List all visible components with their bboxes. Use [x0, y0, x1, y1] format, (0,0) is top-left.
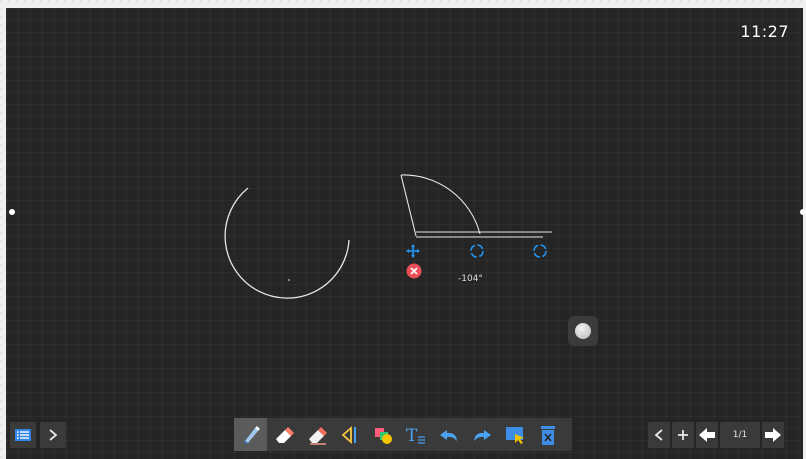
eraser-icon [275, 426, 294, 443]
shapes-icon [374, 427, 392, 444]
prev-page-button[interactable] [696, 422, 718, 448]
add-page-button[interactable] [672, 422, 694, 448]
rotate-handle-icon[interactable] [469, 243, 485, 259]
arc-center-dot [288, 279, 290, 281]
page-indicator: 1/1 [720, 422, 760, 448]
prev-page-arrow-icon [699, 428, 715, 442]
page-back-button[interactable] [648, 422, 670, 448]
next-page-arrow-icon [765, 428, 781, 442]
close-protractor-icon[interactable] [406, 263, 422, 279]
pen-icon [243, 425, 260, 444]
plus-icon [678, 430, 688, 440]
next-page-button[interactable] [762, 422, 784, 448]
select-tool-button[interactable] [333, 418, 366, 451]
redo-icon [473, 429, 491, 441]
pen-tool-button[interactable] [234, 418, 267, 451]
eraser-tool-button[interactable] [267, 418, 300, 451]
eraser-clear-icon [308, 426, 327, 445]
left-toolbar [10, 422, 66, 448]
angle-readout: -104° [458, 274, 483, 284]
undo-button[interactable] [432, 418, 465, 451]
whiteboard-canvas[interactable]: 11:27 -104° [6, 8, 806, 459]
page-navigation: 1/1 [648, 422, 784, 448]
delete-button[interactable] [531, 418, 564, 451]
chevron-left-icon [654, 429, 663, 441]
move-handle-icon[interactable] [406, 244, 420, 258]
screen-frame: 11:27 -104° T 1/1 [0, 0, 806, 459]
undo-icon [439, 429, 457, 441]
svg-text:T: T [406, 426, 418, 446]
main-toolbar: T [234, 418, 572, 451]
menu-button[interactable] [10, 422, 36, 448]
chevron-right-icon [49, 429, 58, 441]
menu-list-icon [15, 429, 31, 441]
drawing-layer [224, 174, 552, 299]
select-icon [341, 425, 356, 444]
assistive-ball-icon [575, 323, 591, 339]
resize-handle-icon[interactable] [532, 243, 548, 259]
trash-icon [540, 425, 555, 445]
text-tool-button[interactable]: T [399, 418, 432, 451]
screenshot-icon [505, 426, 524, 444]
floating-assistive-ball[interactable] [568, 316, 598, 346]
text-icon: T [406, 426, 425, 446]
shapes-tool-button[interactable] [366, 418, 399, 451]
clear-eraser-button[interactable] [300, 418, 333, 451]
expand-button[interactable] [40, 422, 66, 448]
protractor-edge [400, 174, 417, 237]
screenshot-button[interactable] [498, 418, 531, 451]
drawn-arc [224, 187, 350, 299]
redo-button[interactable] [465, 418, 498, 451]
